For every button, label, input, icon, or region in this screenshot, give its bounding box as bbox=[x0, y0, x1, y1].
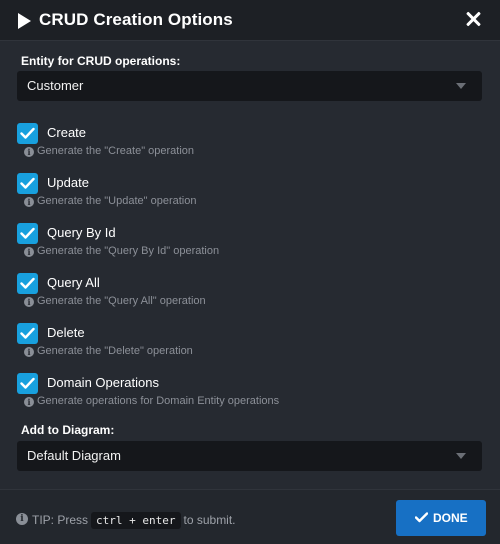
chevron-down-icon bbox=[456, 83, 466, 89]
submit-tip: TIP: Press ctrl + enter to submit. bbox=[32, 512, 236, 529]
dialog-header: CRUD Creation Options bbox=[0, 0, 500, 41]
diagram-select-value: Default Diagram bbox=[27, 448, 121, 463]
check-icon bbox=[20, 377, 35, 389]
query-all-checkbox[interactable] bbox=[17, 273, 38, 294]
shortcut-key: ctrl + enter bbox=[91, 512, 181, 529]
query-all-label: Query All bbox=[47, 275, 100, 290]
play-icon bbox=[18, 13, 31, 29]
create-hint: Generate the "Create" operation bbox=[37, 145, 195, 157]
info-icon: i bbox=[24, 197, 34, 207]
delete-hint: Generate the "Delete" operation bbox=[37, 345, 193, 357]
update-label: Update bbox=[47, 175, 89, 190]
entity-select-value: Customer bbox=[27, 78, 84, 93]
delete-label: Delete bbox=[47, 325, 85, 340]
tip-prefix: TIP: Press bbox=[32, 513, 89, 527]
option-query-by-id: Query By Id i Generate the "Query By Id"… bbox=[17, 223, 477, 263]
option-domain-operations: Domain Operations i Generate operations … bbox=[17, 373, 477, 413]
create-label: Create bbox=[47, 125, 87, 140]
query-by-id-checkbox[interactable] bbox=[17, 223, 38, 244]
done-button[interactable]: DONE bbox=[396, 500, 486, 536]
option-delete: Delete i Generate the "Delete" operation bbox=[17, 323, 477, 363]
check-icon bbox=[415, 512, 428, 523]
domain-operations-label: Domain Operations bbox=[47, 375, 159, 390]
crud-creation-dialog: CRUD Creation Options Entity for CRUD op… bbox=[0, 0, 500, 544]
info-icon: i bbox=[24, 247, 34, 257]
entity-select[interactable]: Customer bbox=[17, 71, 482, 101]
option-create: Create i Generate the "Create" operation bbox=[17, 123, 477, 163]
dialog-title: CRUD Creation Options bbox=[39, 10, 233, 29]
query-by-id-hint: Generate the "Query By Id" operation bbox=[37, 245, 220, 257]
query-all-hint: Generate the "Query All" operation bbox=[37, 295, 206, 307]
diagram-label: Add to Diagram: bbox=[21, 423, 115, 437]
query-by-id-label: Query By Id bbox=[47, 225, 116, 240]
chevron-down-icon bbox=[456, 453, 466, 459]
create-checkbox[interactable] bbox=[17, 123, 38, 144]
domain-operations-hint: Generate operations for Domain Entity op… bbox=[37, 395, 280, 407]
entity-label: Entity for CRUD operations: bbox=[21, 54, 181, 68]
check-icon bbox=[20, 177, 35, 189]
info-icon: i bbox=[24, 147, 34, 157]
delete-checkbox[interactable] bbox=[17, 323, 38, 344]
check-icon bbox=[20, 277, 35, 289]
info-icon: i bbox=[16, 513, 28, 525]
check-icon bbox=[20, 127, 35, 139]
option-query-all: Query All i Generate the "Query All" ope… bbox=[17, 273, 477, 313]
domain-operations-checkbox[interactable] bbox=[17, 373, 38, 394]
update-checkbox[interactable] bbox=[17, 173, 38, 194]
update-hint: Generate the "Update" operation bbox=[37, 195, 197, 207]
tip-suffix: to submit. bbox=[183, 513, 236, 527]
close-icon[interactable] bbox=[462, 9, 484, 31]
check-icon bbox=[20, 227, 35, 239]
info-icon: i bbox=[24, 297, 34, 307]
dialog-footer: i TIP: Press ctrl + enter to submit. DONE bbox=[0, 489, 500, 544]
info-icon: i bbox=[24, 347, 34, 357]
diagram-select[interactable]: Default Diagram bbox=[17, 441, 482, 471]
option-update: Update i Generate the "Update" operation bbox=[17, 173, 477, 213]
done-label: DONE bbox=[433, 511, 468, 525]
info-icon: i bbox=[24, 397, 34, 407]
check-icon bbox=[20, 327, 35, 339]
